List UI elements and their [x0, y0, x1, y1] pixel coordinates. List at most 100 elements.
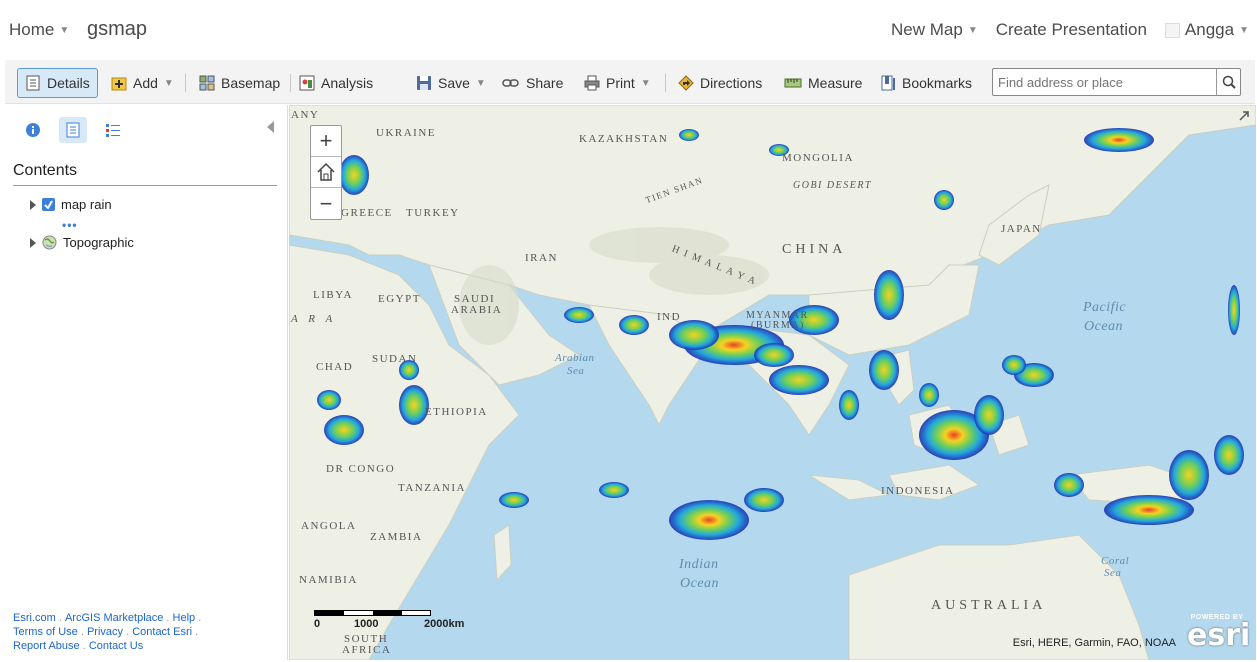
scale-label: 0: [314, 618, 321, 630]
expand-icon[interactable]: [1237, 109, 1251, 123]
analysis-icon: [299, 75, 315, 91]
user-menu[interactable]: Angga ▼: [1164, 20, 1249, 40]
map-label: Ocean: [1084, 319, 1124, 334]
esri-wordmark: esri: [1187, 618, 1251, 653]
scale-bar-graphic: [314, 610, 431, 616]
info-icon: [26, 123, 40, 137]
tab-contents[interactable]: [59, 117, 87, 143]
home-extent-button[interactable]: [311, 157, 341, 188]
map-label: A R A: [291, 313, 337, 325]
bookmarks-label: Bookmarks: [902, 75, 973, 91]
bookmark-icon: [881, 75, 895, 91]
map-label: AFRICA: [342, 644, 392, 656]
map-view[interactable]: ANY UKRAINE KAZAKHSTAN MONGOLIA GOBI DES…: [289, 105, 1256, 660]
search-button[interactable]: [1216, 69, 1240, 95]
tab-about[interactable]: [19, 117, 47, 143]
map-label: EGYPT: [378, 293, 421, 305]
map-label: GOBI DESERT: [793, 180, 872, 191]
map-label: LIBYA: [313, 289, 353, 301]
map-label: (BURMA): [751, 320, 805, 331]
directions-button[interactable]: Directions: [678, 68, 762, 98]
details-button[interactable]: Details: [17, 68, 98, 98]
map-label: Indian: [679, 557, 719, 572]
measure-label: Measure: [808, 75, 863, 91]
chevron-down-icon: ▼: [967, 24, 978, 36]
print-button[interactable]: Print ▼: [584, 68, 651, 98]
expand-arrow-icon[interactable]: [30, 237, 36, 248]
map-label: ANGOLA: [301, 520, 357, 532]
map-label: Sea: [567, 365, 585, 377]
add-icon: [111, 77, 127, 91]
map-label: MONGOLIA: [782, 152, 854, 164]
save-button[interactable]: Save ▼: [416, 68, 486, 98]
zoom-out-button[interactable]: −: [311, 188, 341, 219]
collapse-panel-icon[interactable]: [267, 121, 274, 133]
footer-link[interactable]: Help: [173, 612, 196, 624]
add-label: Add: [133, 75, 158, 91]
zoom-in-button[interactable]: +: [311, 126, 341, 157]
map-label: GREECE: [341, 207, 393, 219]
basemap-button[interactable]: Basemap: [199, 68, 280, 98]
create-presentation-link[interactable]: Create Presentation: [996, 20, 1147, 40]
footer-link[interactable]: Esri.com: [13, 612, 56, 624]
printer-icon: [584, 75, 600, 91]
footer-link[interactable]: Contact Us: [89, 640, 143, 652]
footer-links: Esri.com . ArcGIS Marketplace . Help . T…: [13, 612, 202, 652]
map-label: CHAD: [316, 361, 354, 373]
measure-icon: [784, 78, 802, 88]
footer-link[interactable]: Contact Esri: [132, 626, 192, 638]
legend-icon: [106, 124, 120, 137]
footer-link[interactable]: Report Abuse: [13, 640, 80, 652]
toolbar-divider: [290, 74, 291, 92]
tab-legend[interactable]: [99, 117, 127, 143]
print-label: Print: [606, 75, 635, 91]
contents-panel: Contents map rain ••• Topographic Esri.c…: [5, 105, 288, 660]
layer-name[interactable]: Topographic: [63, 235, 134, 250]
details-icon: [26, 75, 40, 91]
map-label: Pacific: [1083, 300, 1127, 315]
chevron-down-icon: ▼: [59, 24, 70, 36]
layer-topographic: Topographic: [30, 235, 134, 250]
map-attribution[interactable]: Esri, HERE, Garmin, FAO, NOAA: [1013, 637, 1176, 649]
avatar: [1164, 22, 1180, 38]
layer-visibility-checkbox[interactable]: [42, 198, 55, 211]
map-label: INDONESIA: [881, 485, 955, 497]
footer-link[interactable]: Privacy: [87, 626, 123, 638]
chevron-down-icon: ▼: [640, 77, 651, 89]
home-icon: [317, 162, 335, 181]
user-name: Angga: [1184, 20, 1235, 39]
layer-options-icon[interactable]: •••: [62, 218, 78, 232]
new-map-menu[interactable]: New Map ▼: [891, 20, 978, 40]
contents-heading: Contents: [13, 162, 78, 179]
map-label: KAZAKHSTAN: [579, 133, 669, 145]
map-label: ZAMBIA: [370, 531, 423, 543]
share-button[interactable]: Share: [502, 68, 563, 98]
map-label: IRAN: [525, 252, 558, 264]
map-label: Ocean: [680, 576, 720, 591]
footer-link[interactable]: Terms of Use: [13, 626, 78, 638]
measure-button[interactable]: Measure: [784, 68, 862, 98]
map-label: SUDAN: [372, 353, 418, 365]
layer-name[interactable]: map rain: [61, 197, 112, 212]
add-button[interactable]: Add ▼: [111, 68, 174, 98]
map-label: JAPAN: [1001, 223, 1042, 235]
analysis-button[interactable]: Analysis: [299, 68, 373, 98]
map-label: ETHIOPIA: [425, 406, 488, 418]
footer-link[interactable]: ArcGIS Marketplace: [65, 612, 163, 624]
zoom-control: + −: [310, 125, 342, 220]
bookmarks-button[interactable]: Bookmarks: [880, 68, 972, 98]
expand-arrow-icon[interactable]: [30, 199, 36, 210]
basemap-label: Basemap: [221, 75, 281, 91]
home-menu[interactable]: Home ▼: [9, 20, 69, 40]
map-label: TANZANIA: [398, 482, 466, 494]
chevron-down-icon: ▼: [475, 77, 486, 89]
map-label: TURKEY: [406, 207, 460, 219]
scale-label: 2000km: [424, 618, 465, 630]
new-map-label: New Map: [891, 20, 963, 39]
link-icon: [502, 79, 519, 87]
search-input[interactable]: [993, 69, 1216, 95]
directions-label: Directions: [700, 75, 763, 91]
map-label: DR CONGO: [326, 463, 396, 475]
esri-logo[interactable]: POWERED BY esri: [1187, 614, 1251, 656]
toolbar-divider: [665, 74, 666, 92]
